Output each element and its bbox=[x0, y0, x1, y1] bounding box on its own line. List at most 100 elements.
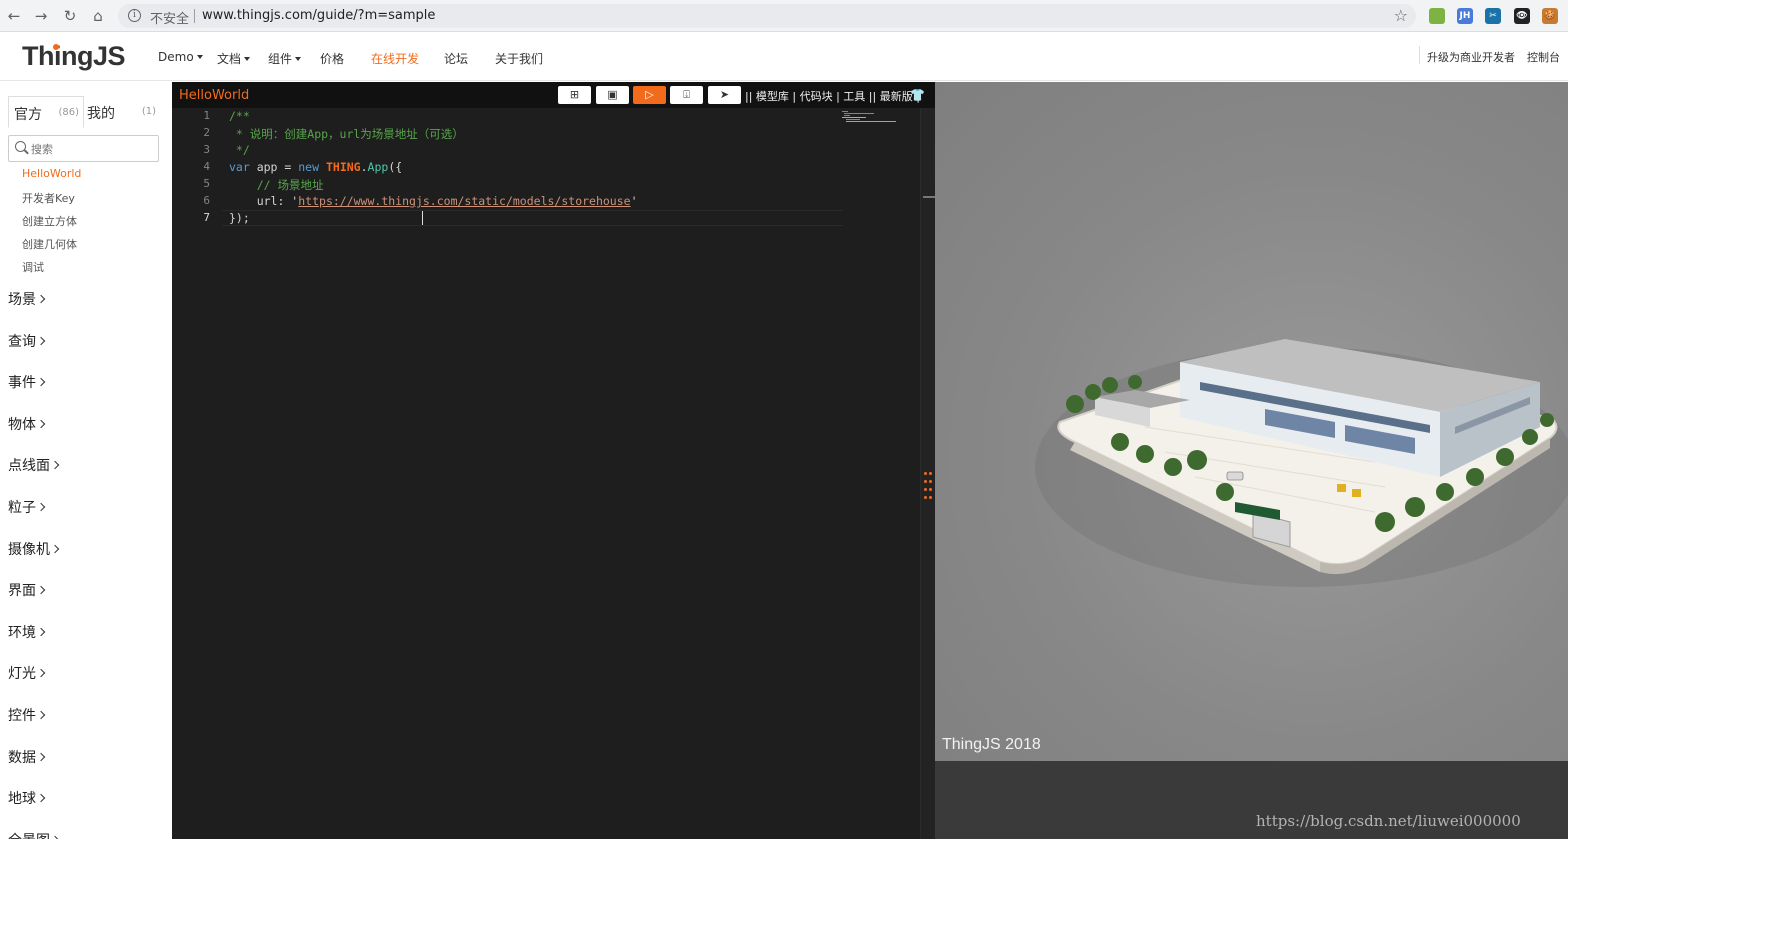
category-item[interactable]: 全景图 bbox=[8, 830, 60, 839]
reload-icon[interactable]: ↻ bbox=[60, 6, 80, 26]
chevron-right-icon bbox=[36, 377, 46, 387]
nav-item-2[interactable]: 组件 bbox=[268, 50, 302, 67]
export-icon: ⍗ bbox=[683, 88, 690, 101]
extension-cookie-icon[interactable]: 🍪 bbox=[1542, 8, 1558, 24]
category-label: 事件 bbox=[8, 375, 36, 392]
category-item[interactable]: 数据 bbox=[8, 747, 58, 789]
export-button[interactable]: ⍗ bbox=[670, 86, 703, 104]
scroll-marker bbox=[923, 196, 935, 198]
category-label: 环境 bbox=[8, 624, 36, 641]
nav-item-1[interactable]: 文档 bbox=[217, 50, 251, 67]
text-cursor bbox=[422, 211, 423, 225]
toolbar-links[interactable]: || 模型库 | 代码块 | 工具 || 最新版 | bbox=[745, 88, 920, 104]
home-icon[interactable]: ⌂ bbox=[88, 6, 108, 26]
minimap-line bbox=[842, 111, 848, 112]
extension-green-icon[interactable] bbox=[1429, 8, 1445, 24]
nav-item-0[interactable]: Demo bbox=[158, 50, 203, 64]
console-link[interactable]: 控制台 bbox=[1527, 49, 1560, 65]
nav-item-3[interactable]: 价格 bbox=[320, 50, 344, 67]
address-bar[interactable]: i 不安全 www.thingjs.com/guide/?m=sample ☆ bbox=[118, 4, 1416, 28]
sample-item[interactable]: HelloWorld bbox=[22, 167, 81, 190]
code-line-4[interactable]: var app = new THING.App({ bbox=[229, 160, 402, 174]
nav-item-4[interactable]: 在线开发 bbox=[371, 50, 419, 67]
line-number: 5 bbox=[203, 177, 210, 190]
sample-item[interactable]: 创建几何体 bbox=[22, 236, 81, 259]
sample-tabs: 官方 (86) 我的 (1) bbox=[8, 96, 160, 128]
category-item[interactable]: 粒子 bbox=[8, 497, 58, 539]
sample-item[interactable]: 创建立方体 bbox=[22, 213, 81, 236]
grip-dot bbox=[929, 488, 932, 491]
search-icon bbox=[15, 141, 26, 152]
category-item[interactable]: 灯光 bbox=[8, 663, 58, 705]
tab-mine[interactable]: 我的 (1) bbox=[84, 96, 160, 128]
sample-list: HelloWorld 开发者Key 创建立方体 创建几何体 调试 bbox=[22, 167, 81, 282]
chevron-right-icon bbox=[50, 461, 60, 470]
panel-resize-handle[interactable] bbox=[924, 472, 932, 502]
category-label: 界面 bbox=[8, 583, 36, 600]
save-button[interactable]: ▣ bbox=[596, 86, 629, 104]
category-item[interactable]: 地球 bbox=[8, 788, 58, 830]
code-line-5[interactable]: // 场景地址 bbox=[229, 177, 324, 193]
scene-preview[interactable]: ThingJS 2018 bbox=[935, 82, 1575, 761]
sample-item[interactable]: 调试 bbox=[22, 259, 81, 282]
line-number: 2 bbox=[203, 126, 210, 139]
url-string[interactable]: https://www.thingjs.com/static/models/st… bbox=[298, 194, 630, 208]
forward-icon[interactable]: → bbox=[31, 6, 51, 26]
grip-dot bbox=[924, 488, 927, 491]
code-line-7[interactable]: }); bbox=[229, 211, 250, 225]
tab-official-count: (86) bbox=[58, 107, 79, 118]
category-label: 场景 bbox=[8, 292, 36, 308]
url-text[interactable]: www.thingjs.com/guide/?m=sample bbox=[202, 8, 435, 23]
category-item[interactable]: 查询 bbox=[8, 331, 58, 373]
grip-dot bbox=[929, 472, 932, 475]
category-item[interactable]: 摄像机 bbox=[8, 539, 60, 581]
editor-title: HelloWorld bbox=[179, 88, 250, 103]
nav-item-5[interactable]: 论坛 bbox=[444, 50, 468, 67]
category-item[interactable]: 环境 bbox=[8, 622, 58, 664]
search-input[interactable] bbox=[31, 140, 151, 158]
warehouse-scene bbox=[1035, 339, 1575, 587]
category-item[interactable]: 界面 bbox=[8, 580, 58, 622]
theme-shirt-icon[interactable]: 👕 bbox=[910, 88, 925, 102]
grip-dot bbox=[929, 496, 932, 499]
run-button[interactable]: ▷ bbox=[633, 86, 666, 104]
minimap-line bbox=[846, 119, 860, 120]
send-button[interactable]: ➤ bbox=[708, 86, 741, 104]
category-item[interactable]: 点线面 bbox=[8, 455, 60, 497]
category-label: 数据 bbox=[8, 749, 36, 766]
code-editor: HelloWorld ⊞ ▣ ▷ ⍗ ➤ || 模型库 | 代码块 | 工具 |… bbox=[172, 82, 935, 839]
nav-label: 文档 bbox=[217, 52, 242, 66]
category-item[interactable]: 控件 bbox=[8, 705, 58, 747]
back-icon[interactable]: ← bbox=[4, 6, 24, 26]
code-line-6[interactable]: url: 'https://www.thingjs.com/static/mod… bbox=[229, 194, 638, 208]
category-item[interactable]: 场景 bbox=[8, 289, 58, 331]
upgrade-link[interactable]: 升级为商业开发者 bbox=[1427, 49, 1515, 65]
code-minimap[interactable] bbox=[842, 110, 897, 124]
category-item[interactable]: 事件 bbox=[8, 372, 58, 414]
code-line-1[interactable]: /** bbox=[229, 109, 250, 123]
extension-jh-icon[interactable]: JH bbox=[1457, 8, 1473, 24]
nav-item-6[interactable]: 关于我们 bbox=[495, 50, 543, 67]
info-icon[interactable]: i bbox=[128, 9, 141, 22]
sample-item[interactable]: 开发者Key bbox=[22, 190, 81, 213]
minimap-line bbox=[846, 121, 896, 122]
keyword-new: new bbox=[298, 160, 320, 174]
category-label: 地球 bbox=[8, 791, 36, 808]
tab-official[interactable]: 官方 (86) bbox=[8, 96, 84, 128]
line-number: 7 bbox=[203, 211, 210, 224]
extension-eye-icon[interactable]: 👁 bbox=[1514, 8, 1530, 24]
chevron-right-icon bbox=[36, 294, 46, 304]
new-file-button[interactable]: ⊞ bbox=[558, 86, 591, 104]
code-line-3[interactable]: */ bbox=[229, 143, 250, 157]
extension-scissors-icon[interactable]: ✂ bbox=[1485, 8, 1501, 24]
watermark: https://blog.csdn.net/liuwei000000 bbox=[1256, 812, 1521, 830]
thingjs-logo[interactable]: ThingJS bbox=[22, 41, 126, 72]
category-label: 物体 bbox=[8, 416, 36, 433]
logo-dot bbox=[53, 44, 59, 50]
code-line-2[interactable]: * 说明：创建App，url为场景地址（可选） bbox=[229, 126, 464, 142]
category-item[interactable]: 物体 bbox=[8, 414, 58, 456]
chevron-right-icon bbox=[36, 336, 46, 345]
nav-label: 关于我们 bbox=[495, 52, 544, 66]
bookmark-star-icon[interactable]: ☆ bbox=[1394, 6, 1408, 25]
nav-label: 在线开发 bbox=[371, 52, 420, 66]
